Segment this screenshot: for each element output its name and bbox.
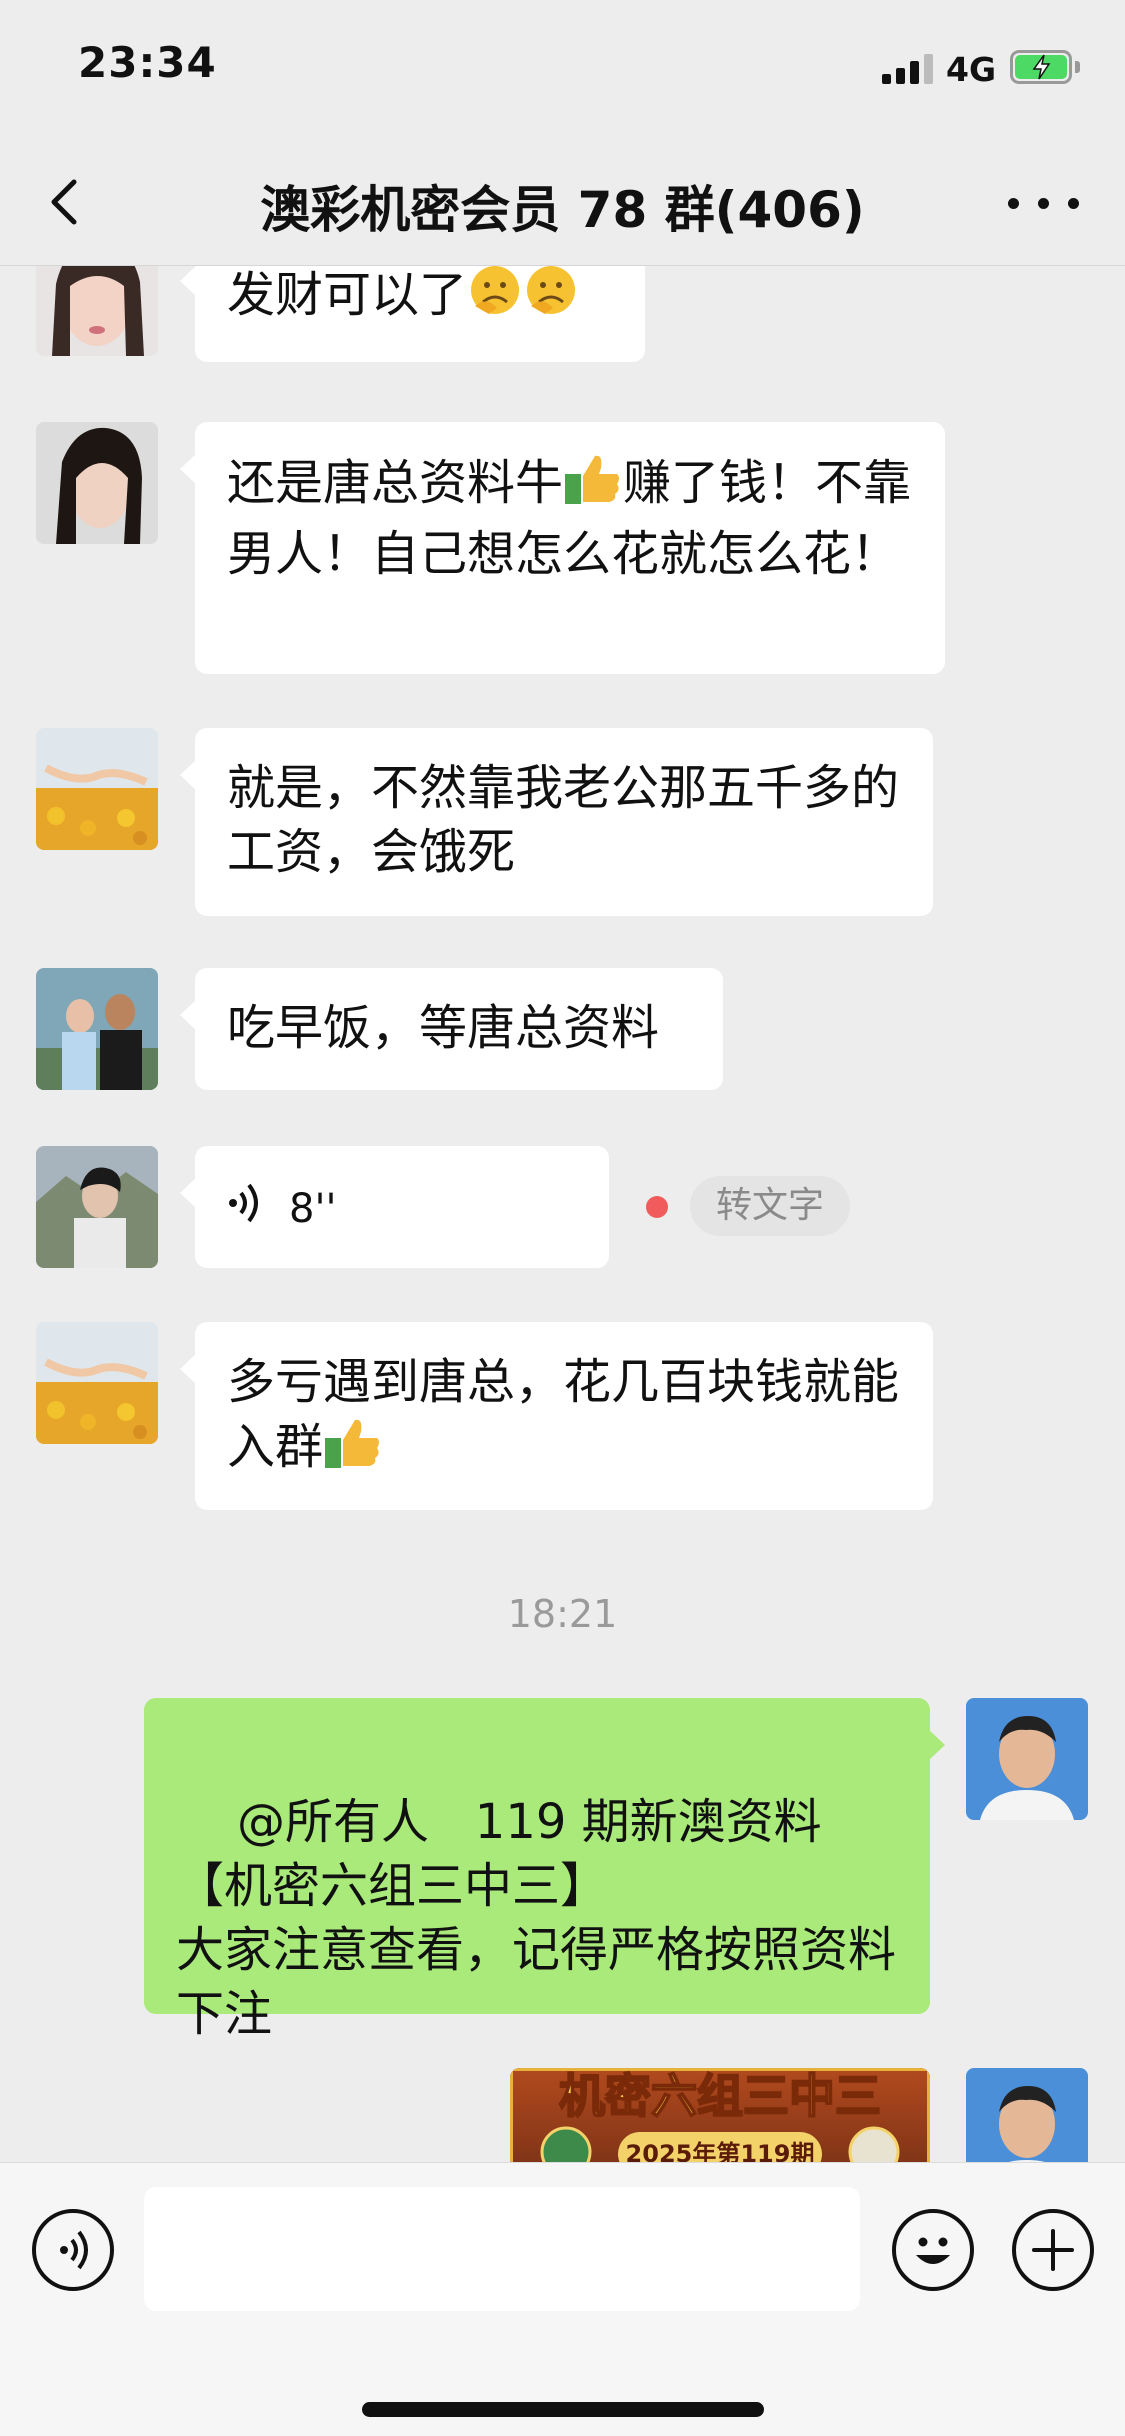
battery-icon bbox=[1010, 50, 1080, 84]
message-bubble[interactable]: 多亏遇到唐总，花几百块钱就能入群 bbox=[180, 1322, 933, 1510]
message-text: 吃早饭，等唐总资料 bbox=[227, 1000, 660, 1056]
emoji-icon bbox=[916, 2237, 950, 2264]
own-avatar[interactable] bbox=[966, 1698, 1088, 1820]
thumbs-up-icon bbox=[323, 1414, 383, 1486]
message-bubble[interactable]: 吃早饭，等唐总资料 bbox=[180, 968, 723, 1090]
own-avatar[interactable] bbox=[966, 2068, 1088, 2162]
thumbs-up-icon bbox=[563, 450, 623, 522]
signal-icon bbox=[882, 52, 934, 84]
chat-title: 澳彩机密会员 78 群(406) bbox=[260, 181, 865, 239]
input-bar bbox=[0, 2162, 1125, 2436]
message-text: 发财可以了 bbox=[227, 267, 468, 323]
avatar[interactable] bbox=[36, 728, 158, 850]
message-input[interactable] bbox=[144, 2187, 860, 2311]
avatar[interactable] bbox=[36, 422, 158, 544]
avatar[interactable] bbox=[36, 266, 158, 356]
voice-message[interactable]: 8'' bbox=[180, 1146, 609, 1268]
avatar[interactable] bbox=[36, 1322, 158, 1444]
image-title: 机密六组三中三 bbox=[559, 2069, 881, 2123]
message-text: 还是唐总资料牛 bbox=[227, 455, 564, 511]
unread-dot bbox=[646, 1196, 668, 1218]
nav-bar: 澳彩机密会员 78 群(406) bbox=[0, 140, 1125, 266]
voice-duration: 8'' bbox=[289, 1186, 337, 1232]
thinking-emoji-icon bbox=[523, 266, 579, 334]
message-bubble[interactable]: 就是，不然靠我老公那五千多的工资，会饿死 bbox=[180, 728, 933, 916]
message-text: @所有人 119 期新澳资料 【机密六组三中三】 大家注意查看，记得严格按照资料… bbox=[176, 1794, 897, 2042]
voice-icon bbox=[60, 2230, 88, 2270]
voice-input-button[interactable] bbox=[32, 2209, 114, 2291]
thinking-emoji-icon bbox=[467, 266, 523, 334]
message-text: 就是，不然靠我老公那五千多的工资，会饿死 bbox=[227, 760, 900, 880]
plus-icon bbox=[1032, 2229, 1074, 2271]
to-text-button[interactable]: 转文字 bbox=[690, 1176, 851, 1236]
status-bar: 23:34 4G bbox=[0, 0, 1125, 140]
message-bubble[interactable]: 还是唐总资料牛 赚了钱！不靠男人！自己想怎么花就怎么花！ bbox=[180, 422, 945, 674]
home-indicator[interactable] bbox=[362, 2402, 764, 2417]
message-bubble[interactable]: 发财可以了 bbox=[180, 266, 645, 362]
chat-area[interactable]: 发财可以了 还是唐总资料牛 赚了钱！不靠男人！自己想怎么花就怎么花！ 就是，不然靠… bbox=[0, 266, 1125, 2162]
image-subtitle: 2025年第119期 bbox=[626, 2140, 815, 2162]
more-actions-button[interactable] bbox=[1012, 2209, 1094, 2291]
voice-wave-icon bbox=[227, 1177, 263, 1241]
more-icon[interactable] bbox=[1008, 190, 1080, 216]
timestamp: 18:21 bbox=[507, 1592, 618, 1636]
emoji-button[interactable] bbox=[892, 2209, 974, 2291]
own-message-bubble[interactable]: @所有人 119 期新澳资料 【机密六组三中三】 大家注意查看，记得严格按照资料… bbox=[144, 1698, 945, 2042]
network-type: 4G bbox=[946, 50, 997, 89]
avatar[interactable] bbox=[36, 968, 158, 1090]
status-time: 23:34 bbox=[78, 38, 217, 87]
image-message[interactable]: 机密六组三中三 2025年第119期 bbox=[510, 2068, 930, 2162]
avatar[interactable] bbox=[36, 1146, 158, 1268]
